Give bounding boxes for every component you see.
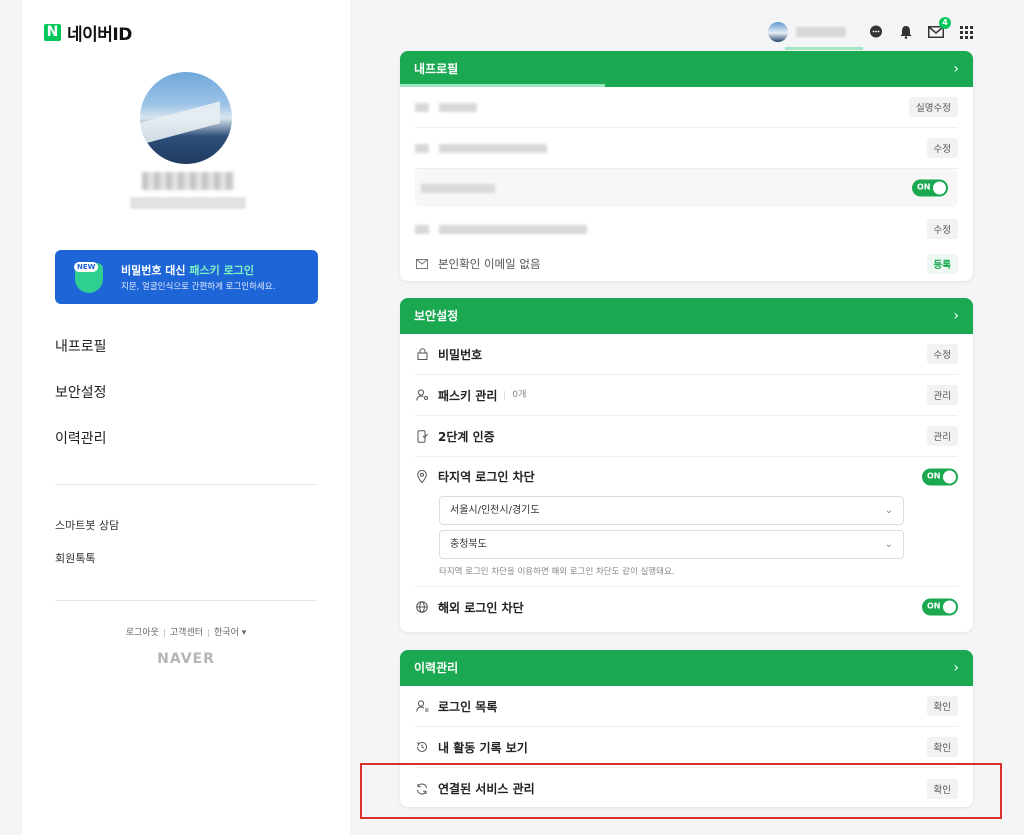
activity-label: 내 활동 기록 보기 [438, 740, 528, 755]
chevron-down-icon: ⌄ [884, 505, 893, 516]
security-card-title: 보안설정 [414, 309, 459, 323]
sub-nav: 스마트봇 상담 회원톡톡 [55, 517, 119, 583]
profile-avatar[interactable] [140, 72, 232, 164]
location-pin-icon [415, 470, 429, 484]
password-edit-button[interactable]: 수정 [926, 344, 958, 364]
mail-icon[interactable]: 4 [928, 17, 951, 40]
profile-card-header[interactable]: 내프로필 › [400, 51, 973, 87]
passkey-banner[interactable]: NEW 비밀번호 대신 패스키 로그인 지문, 얼굴인식으로 간편하게 로그인하… [55, 250, 318, 304]
bell-icon[interactable] [898, 24, 914, 40]
region-block-label: 타지역 로그인 차단 [438, 470, 535, 484]
user-key-icon [415, 388, 429, 402]
phone-edit-button[interactable]: 수정 [926, 138, 958, 158]
nav-item-history[interactable]: 이력관리 [55, 428, 107, 474]
passkey-count: 0개 [504, 390, 526, 400]
chevron-right-icon: › [953, 61, 959, 77]
passkey-label: 패스키 관리 [438, 388, 498, 403]
security-card: 보안설정 › 비밀번호 수정 패스키 관리 0개 관리 2단계 인증 관리 타지… [400, 298, 973, 632]
two-step-row: 2단계 인증 관리 [415, 416, 958, 457]
top-avatar[interactable] [768, 22, 788, 42]
profile-name-row: 실명수정 [415, 87, 958, 128]
blurred-setting [421, 183, 495, 193]
divider [55, 600, 317, 601]
two-step-label: 2단계 인증 [438, 429, 495, 444]
verify-email-row: 본인확인 이메일 없음 등록 [415, 251, 958, 277]
top-bar: 4 [768, 17, 974, 50]
banner-title: 비밀번호 대신 패스키 로그인 [121, 264, 254, 277]
globe-icon [415, 600, 429, 614]
nav-item-profile[interactable]: 내프로필 [55, 336, 107, 382]
blurred-top-name[interactable] [796, 27, 846, 37]
divider [55, 484, 317, 485]
profile-email-row: 수정 [415, 207, 958, 251]
passkey-row: 패스키 관리 0개 관리 [415, 375, 958, 416]
activity-button[interactable]: 확인 [926, 737, 958, 757]
password-label: 비밀번호 [438, 347, 483, 362]
verify-email-label: 본인확인 이메일 없음 [438, 257, 541, 271]
user-list-icon [415, 699, 429, 713]
envelope-icon [415, 257, 429, 271]
nav-item-security[interactable]: 보안설정 [55, 382, 107, 428]
region-block-row: 타지역 로그인 차단 ON [415, 457, 958, 496]
blurred-user-email [130, 197, 246, 209]
overseas-block-toggle[interactable]: ON [922, 598, 958, 616]
apps-grid-icon[interactable] [958, 24, 974, 40]
chevron-right-icon: › [953, 660, 959, 676]
nav-item-talktalk[interactable]: 회원톡톡 [55, 550, 119, 583]
mail-count-badge: 4 [939, 17, 951, 29]
email-edit-button[interactable]: 수정 [926, 219, 958, 239]
register-email-button[interactable]: 등록 [926, 254, 958, 274]
naver-n-icon: N [44, 24, 61, 41]
profile-card-title: 내프로필 [414, 62, 459, 76]
blurred-name [439, 102, 477, 112]
region-block-toggle[interactable]: ON [922, 468, 958, 485]
overseas-block-label: 해외 로그인 차단 [438, 600, 524, 615]
region-hint: 타지역 로그인 차단을 이용하면 해외 로그인 차단도 같이 실행돼요. [439, 567, 675, 577]
profile-card: 내프로필 › 실명수정 수정 ON 수정 본인확인 이메일 없음 등록 [400, 51, 973, 281]
blurred-phone [439, 143, 547, 153]
login-list-row: 로그인 목록 확인 [415, 686, 958, 727]
history-card-title: 이력관리 [414, 661, 459, 675]
naver-id-logo[interactable]: N 네이버ID [44, 20, 132, 45]
new-badge: NEW [74, 262, 99, 272]
two-step-manage-button[interactable]: 관리 [926, 426, 958, 446]
phone-check-icon [415, 429, 429, 443]
blurred-email [439, 224, 587, 234]
chevron-right-icon: › [953, 308, 959, 324]
login-list-label: 로그인 목록 [438, 699, 498, 714]
chevron-down-icon: ⌄ [884, 539, 893, 550]
login-list-button[interactable]: 확인 [926, 696, 958, 716]
profile-setting-toggle[interactable]: ON [912, 179, 948, 197]
highlight-box [360, 763, 1002, 819]
naver-footer-logo: NAVER [157, 651, 215, 667]
footer-links: 로그아웃 고객센터 한국어 ▾ [22, 625, 350, 638]
passkey-manage-button[interactable]: 관리 [926, 385, 958, 405]
region-select-1[interactable]: 서울시/인천시/경기도 ⌄ [439, 496, 904, 525]
sidebar: N 네이버ID NEW 비밀번호 대신 패스키 로그인 지문, 얼굴인식으로 간… [22, 0, 350, 835]
main-nav: 내프로필 보안설정 이력관리 [55, 336, 107, 474]
talk-icon[interactable] [868, 24, 884, 40]
history-card-header[interactable]: 이력관리 › [400, 650, 973, 686]
banner-subtitle: 지문, 얼굴인식으로 간편하게 로그인하세요. [121, 282, 276, 292]
nav-item-smartbot[interactable]: 스마트봇 상담 [55, 517, 119, 550]
logo-text: 네이버ID [67, 25, 132, 45]
activity-row: 내 활동 기록 보기 확인 [415, 727, 958, 768]
help-center-link[interactable]: 고객센터 [170, 628, 203, 638]
profile-phone-row: 수정 [415, 128, 958, 169]
blurred-user-name [142, 172, 234, 190]
top-name-underline [785, 47, 863, 50]
password-row: 비밀번호 수정 [415, 334, 958, 375]
profile-setting-row: ON [415, 169, 958, 207]
history-clock-icon [415, 740, 429, 754]
region-select-2[interactable]: 충청북도 ⌄ [439, 530, 904, 559]
lock-icon [415, 347, 429, 361]
real-name-edit-button[interactable]: 실명수정 [909, 97, 958, 117]
language-selector[interactable]: 한국어 ▾ [214, 628, 246, 638]
overseas-block-row: 해외 로그인 차단 ON [415, 586, 958, 627]
logout-link[interactable]: 로그아웃 [126, 628, 159, 638]
security-card-header[interactable]: 보안설정 › [400, 298, 973, 334]
